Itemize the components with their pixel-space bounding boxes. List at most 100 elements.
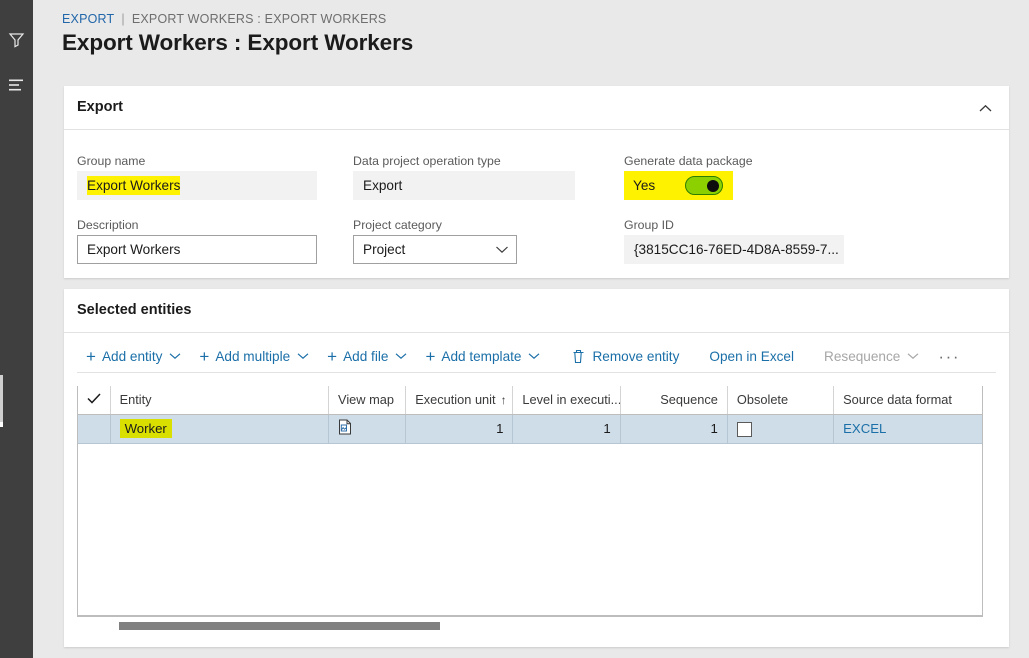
column-header-view-map[interactable]: View map [329,386,406,414]
column-header-level-in-execution[interactable]: Level in executi... [513,386,620,414]
field-group-id: Group ID {3815CC16-76ED-4D8A-8559-7... [624,218,844,264]
field-generate-data-package-label: Generate data package [624,154,753,168]
field-group-name: Group name Export Workers [77,154,317,200]
chevron-up-icon[interactable] [972,96,998,120]
chevron-down-icon[interactable] [395,352,407,360]
column-header-execution-unit-label: Execution unit [415,392,495,407]
row-select-cell[interactable] [78,414,110,443]
field-project-category-label: Project category [353,218,517,232]
plus-icon: + [86,348,96,365]
open-in-excel-button[interactable]: Open in Excel [700,340,803,372]
field-group-id-label: Group ID [624,218,844,232]
export-panel-title: Export [77,99,123,115]
field-description: Description Export Workers [77,218,317,264]
toggle-switch[interactable] [685,176,723,195]
chevron-down-icon[interactable] [169,352,181,360]
plus-icon: + [199,348,209,365]
generate-data-package-toggle[interactable]: Yes [624,171,733,200]
description-input[interactable]: Export Workers [77,235,317,264]
add-template-label: Add template [441,349,521,364]
left-rail [0,0,33,658]
cell-execution-unit[interactable]: 1 [406,414,513,443]
group-id-value: {3815CC16-76ED-4D8A-8559-7... [634,242,839,257]
overflow-menu-button[interactable]: ··· [928,348,970,365]
field-project-category: Project category Project [353,218,517,264]
cell-view-map[interactable] [329,414,406,443]
export-panel: Export Group name Export Workers Descrip… [64,86,1009,278]
entities-toolbar: + Add entity + Add multiple + Add file [77,340,996,373]
selected-entities-header: Selected entities [64,289,1009,333]
page-body: EXPORT | EXPORT WORKERS : EXPORT WORKERS E… [33,0,1029,658]
group-name-value: Export Workers [87,176,180,195]
group-id-input[interactable]: {3815CC16-76ED-4D8A-8559-7... [624,235,844,264]
page-title: Export Workers : Export Workers [62,30,413,56]
breadcrumb-current: EXPORT WORKERS : EXPORT WORKERS [132,12,387,26]
generate-data-package-value: Yes [633,178,655,193]
chevron-down-icon[interactable] [528,352,540,360]
field-operation-type-label: Data project operation type [353,154,575,168]
chevron-down-icon [907,352,919,360]
selected-entities-panel: Selected entities + Add entity + Add mul… [64,289,1009,647]
breadcrumb-root[interactable]: EXPORT [62,12,114,26]
grid-horizontal-scrollbar[interactable] [78,619,982,633]
add-multiple-button[interactable]: + Add multiple [190,340,318,372]
table-header-row: Entity View map Execution unit ↑ Level in… [78,386,983,414]
export-panel-header: Export [64,86,1009,130]
cell-entity[interactable]: Worker [110,414,328,443]
field-operation-type: Data project operation type Export [353,154,575,200]
resequence-button: Resequence [815,340,928,372]
add-entity-label: Add entity [102,349,162,364]
add-template-button[interactable]: + Add template [416,340,549,372]
rail-scroll-indicator [0,375,3,427]
group-name-input[interactable]: Export Workers [77,171,317,200]
remove-entity-label: Remove entity [592,349,679,364]
chevron-down-icon[interactable] [297,352,309,360]
toggle-knob [707,180,719,192]
rail-scroll-indicator-tip [0,422,3,427]
add-multiple-label: Add multiple [215,349,290,364]
cell-source-data-format[interactable]: EXCEL [834,414,983,443]
map-document-icon[interactable] [338,419,352,435]
column-header-entity[interactable]: Entity [110,386,328,414]
column-header-select-all[interactable] [78,386,110,414]
checkmark-icon [87,392,101,407]
remove-entity-button[interactable]: Remove entity [563,340,688,372]
breadcrumb-separator: | [121,12,124,26]
column-header-sequence[interactable]: Sequence [620,386,727,414]
cell-entity-value: Worker [120,419,172,438]
operation-type-value: Export [363,178,402,193]
description-value: Export Workers [87,242,180,257]
add-file-button[interactable]: + Add file [318,340,416,372]
filter-icon[interactable] [0,24,33,54]
project-category-select[interactable]: Project [353,235,517,264]
app-root: EXPORT | EXPORT WORKERS : EXPORT WORKERS E… [0,0,1029,658]
cell-level-in-execution[interactable]: 1 [513,414,620,443]
resequence-label: Resequence [824,349,900,364]
entities-table: Entity View map Execution unit ↑ Level in… [78,386,983,444]
grid-bottom-border [77,616,983,617]
obsolete-checkbox[interactable] [737,422,752,437]
grid-scrollbar-thumb[interactable] [119,622,440,630]
project-category-value: Project [363,242,405,257]
cell-obsolete[interactable] [727,414,833,443]
selected-entities-title: Selected entities [77,302,191,318]
table-row[interactable]: Worker [78,414,983,443]
sort-ascending-icon: ↑ [501,393,507,407]
operation-type-input: Export [353,171,575,200]
field-generate-data-package: Generate data package Yes [624,154,753,200]
list-icon[interactable] [0,70,33,100]
open-in-excel-label: Open in Excel [709,349,794,364]
field-description-label: Description [77,218,317,232]
add-entity-button[interactable]: + Add entity [77,340,190,372]
entities-grid: Entity View map Execution unit ↑ Level in… [77,386,983,616]
breadcrumb: EXPORT | EXPORT WORKERS : EXPORT WORKERS [62,12,386,26]
trash-icon [572,349,585,364]
column-header-source-data-format[interactable]: Source data format [834,386,983,414]
column-header-obsolete[interactable]: Obsolete [727,386,833,414]
cell-sequence[interactable]: 1 [620,414,727,443]
plus-icon: + [327,348,337,365]
add-file-label: Add file [343,349,388,364]
plus-icon: + [425,348,435,365]
column-header-execution-unit[interactable]: Execution unit ↑ [406,386,513,414]
chevron-down-icon[interactable] [495,245,509,254]
